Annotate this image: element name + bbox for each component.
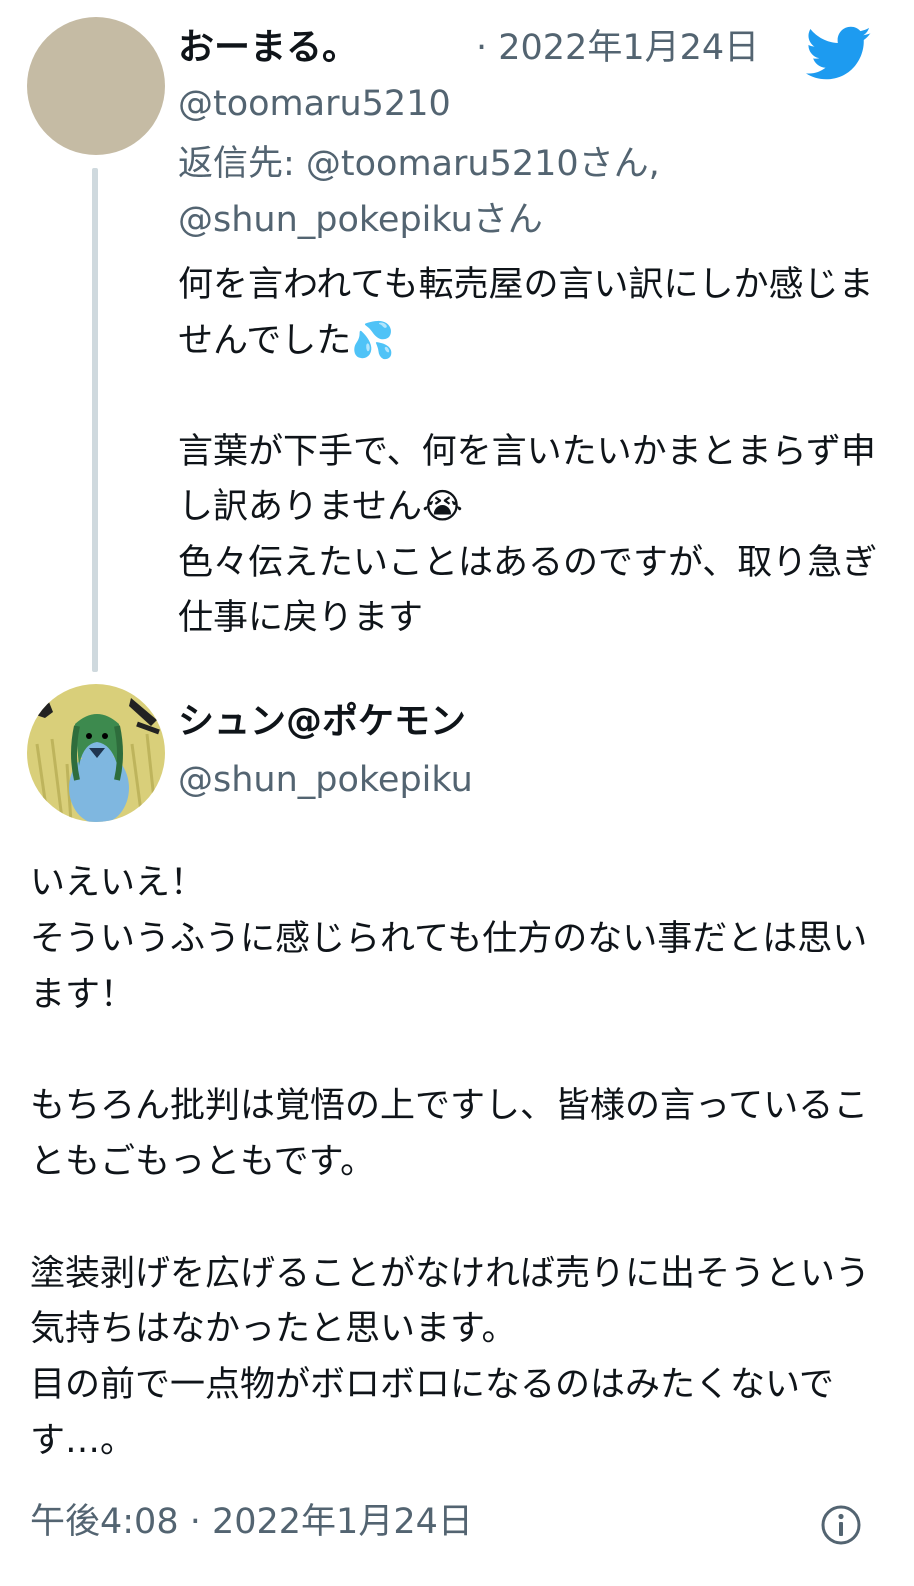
parent-author-avatar[interactable] [27,17,165,155]
parent-tweet-text: 何を言われても転売屋の言い訳にしか感じませんでした💦 言葉が下手で、何を言いたい… [178,265,878,638]
main-author-avatar[interactable] [27,684,165,822]
reply-to-line[interactable]: 返信先: @toomaru5210さん, @shun_pokepikuさん [178,136,878,248]
parent-author-handle[interactable]: @toomaru5210 [178,80,451,128]
parent-tweet-date[interactable]: · 2022年1月24日 [476,24,759,72]
thread-connector-line [92,168,98,672]
main-author-name[interactable]: シュン@ポケモン [178,698,466,746]
avatar-illustration [27,684,165,822]
main-tweet-text: いえいえ！ そういうふうに感じられても仕方のない事だとは思います！ もちろん批判… [30,863,871,1461]
main-author-handle[interactable]: @shun_pokepiku [178,756,473,804]
twitter-bird-icon [806,26,871,80]
parent-author-name[interactable]: おーまる。 [178,24,358,72]
tweet-timestamp[interactable]: 午後4:08 · 2022年1月24日 [30,1498,473,1546]
info-icon[interactable] [820,1504,862,1546]
